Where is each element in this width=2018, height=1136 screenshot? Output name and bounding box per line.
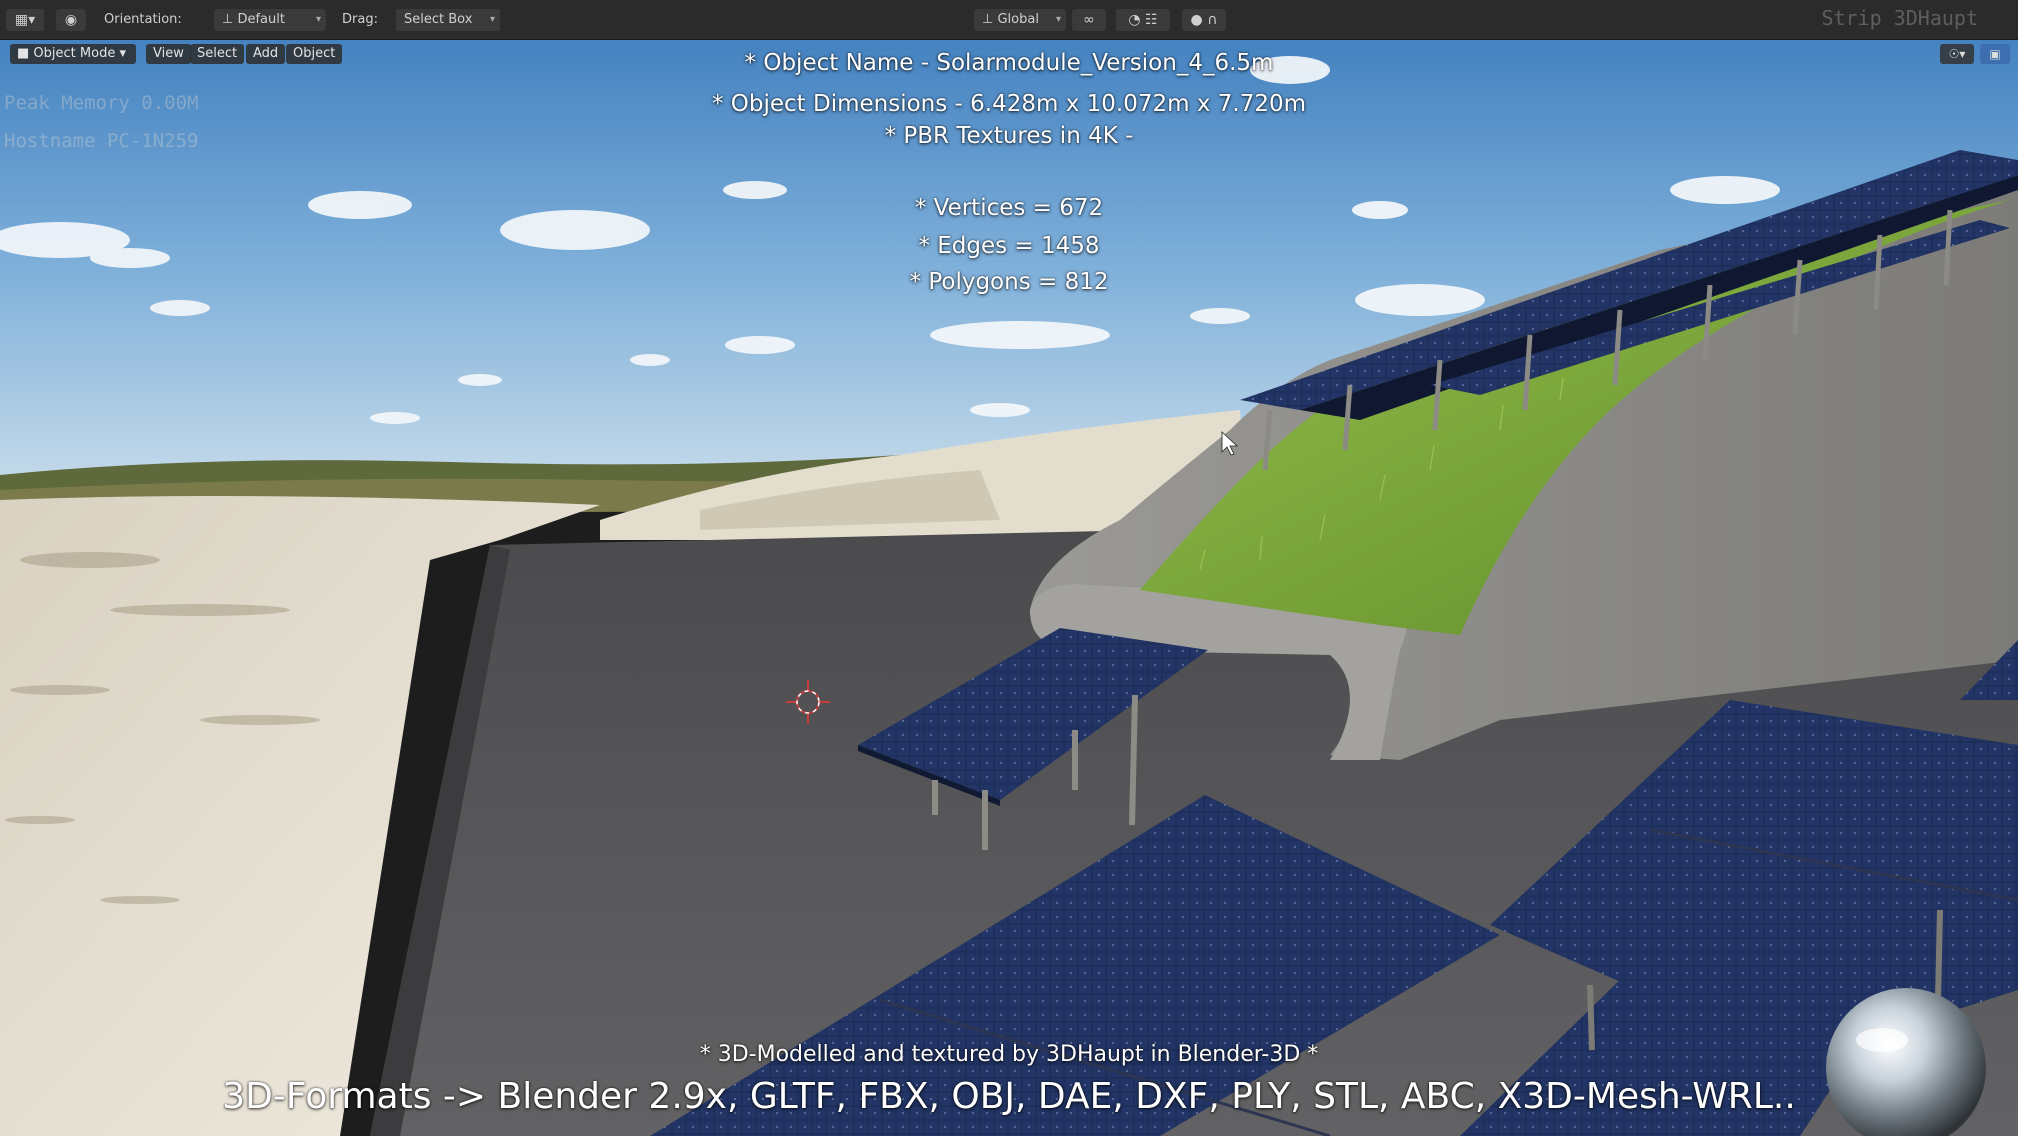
vertices-text: * Vertices = 672 xyxy=(914,195,1104,221)
drag-dropdown[interactable]: Select Box ▾ xyxy=(396,9,500,31)
pivot-point-icon[interactable]: ∞ xyxy=(1072,9,1106,31)
chevron-down-icon: ▾ xyxy=(489,14,495,25)
object-name-text: * Object Name - Solarmodule_Version_4_6.… xyxy=(744,50,1274,76)
orientation-label: Orientation: xyxy=(104,12,182,27)
credit-text: * 3D-Modelled and textured by 3DHaupt in… xyxy=(699,1042,1319,1067)
transform-pivot-icon[interactable]: ◉ xyxy=(56,9,86,31)
strip-label: Strip 3DHaupt xyxy=(1821,6,1978,30)
3d-viewport[interactable]: ▦▾ ◉ Orientation: ⊥ Default ▾ Drag: Selec… xyxy=(0,0,2018,1136)
chevron-down-icon: ▾ xyxy=(1055,14,1061,25)
formats-text: 3D-Formats -> Blender 2.9x, GLTF, FBX, O… xyxy=(222,1076,1796,1117)
polygons-text: * Polygons = 812 xyxy=(909,269,1109,295)
chevron-down-icon: ▾ xyxy=(315,14,321,25)
drag-value: Select Box xyxy=(404,12,473,27)
axis-icon: ⊥ xyxy=(982,12,998,27)
axis-icon: ⊥ xyxy=(222,12,238,27)
viewport-render xyxy=(0,0,2018,1136)
orientation-dropdown[interactable]: ⊥ Default ▾ xyxy=(214,9,326,31)
drag-label: Drag: xyxy=(342,12,378,27)
pbr-textures-text: * PBR Textures in 4K - xyxy=(884,123,1134,149)
editor-type-icon[interactable]: ▦▾ xyxy=(6,9,44,31)
orientation-value: Default xyxy=(237,12,285,27)
proportional-editing-icon[interactable]: ● ∩ xyxy=(1182,9,1226,31)
object-dimensions-text: * Object Dimensions - 6.428m x 10.072m x… xyxy=(711,91,1307,117)
edges-text: * Edges = 1458 xyxy=(918,233,1100,259)
viewport-header: ▦▾ ◉ Orientation: ⊥ Default ▾ Drag: Selec… xyxy=(0,0,2018,40)
transform-orientation-dropdown[interactable]: ⊥ Global ▾ xyxy=(974,9,1066,31)
snap-icon[interactable]: ◔ ☷ xyxy=(1116,9,1170,31)
transform-space-value: Global xyxy=(997,12,1039,27)
